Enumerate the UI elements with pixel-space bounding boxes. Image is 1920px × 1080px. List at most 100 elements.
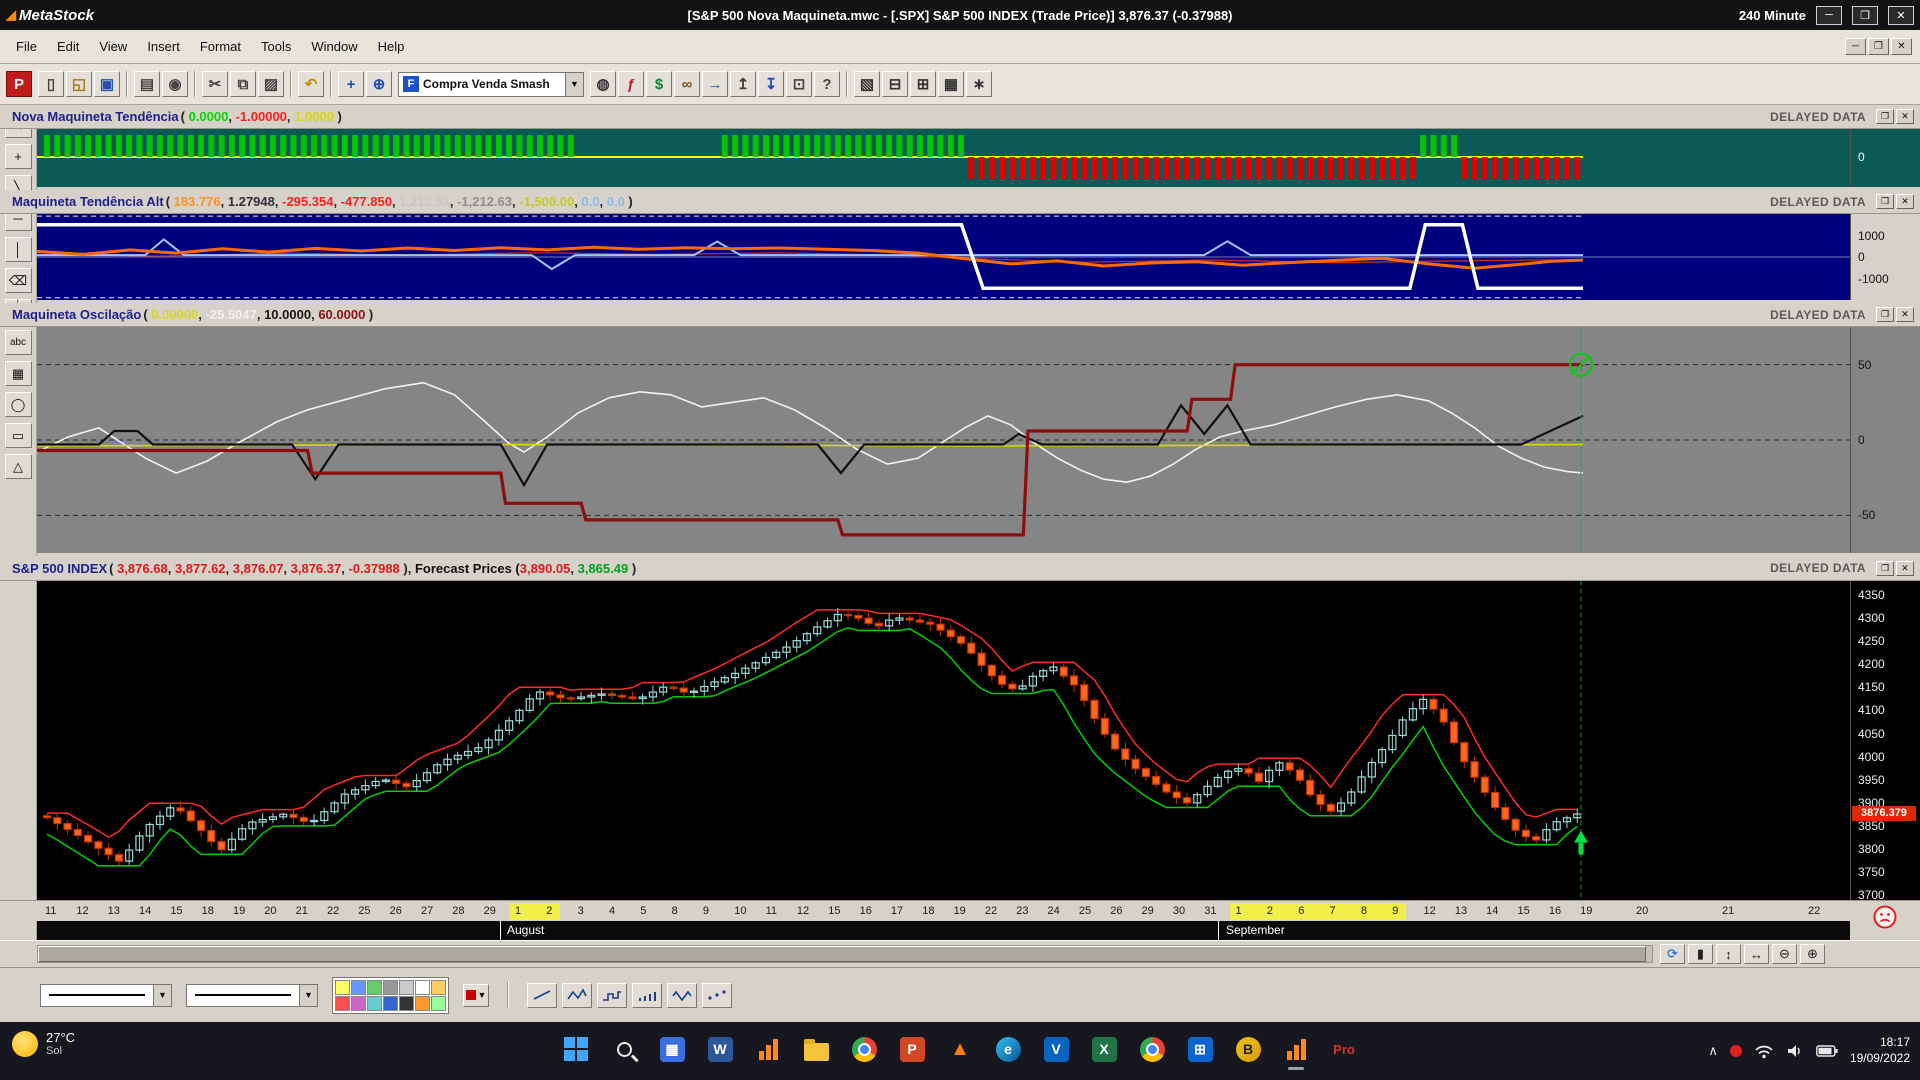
zoom-button[interactable]: ⊕ (366, 71, 392, 97)
chevron-down-icon[interactable]: ▼ (299, 984, 317, 1006)
panel-close-button[interactable]: ✕ (1896, 194, 1914, 209)
palette-color[interactable] (399, 995, 414, 1011)
menu-tools[interactable]: Tools (251, 34, 301, 59)
triangle-tool[interactable]: △ (4, 454, 32, 479)
help-button[interactable]: ? (814, 71, 840, 97)
pro-app[interactable]: Pro (1323, 1026, 1365, 1072)
search-button[interactable] (603, 1026, 645, 1072)
oscilacao-chart[interactable] (37, 327, 1850, 553)
explorer-button[interactable]: ◍ (590, 71, 616, 97)
palette-color[interactable] (367, 995, 382, 1011)
palette-color[interactable] (431, 979, 446, 995)
crosshair-button[interactable]: + (338, 71, 364, 97)
palette-color[interactable] (351, 995, 366, 1011)
chart-zoom-button[interactable]: ⊡ (786, 71, 812, 97)
metastock-app[interactable] (747, 1026, 789, 1072)
menu-window[interactable]: Window (301, 34, 367, 59)
maximize-button[interactable]: ❐ (1852, 5, 1878, 25)
palette-color[interactable] (415, 995, 430, 1011)
chevron-down-icon[interactable]: ▼ (153, 984, 171, 1006)
volume-icon[interactable] (1786, 1043, 1804, 1059)
panel-maximize-button[interactable]: ❐ (1876, 560, 1894, 576)
child-close-button[interactable]: ✕ (1891, 38, 1912, 55)
file-explorer[interactable] (795, 1026, 837, 1072)
pan-button[interactable]: ↔ (1744, 944, 1769, 964)
palette-color[interactable] (431, 995, 446, 1011)
upload-button[interactable]: ↥ (730, 71, 756, 97)
line-weight-dropdown[interactable]: ▼ (186, 983, 318, 1007)
panel-close-button[interactable]: ✕ (1896, 109, 1914, 124)
rectangle-tool[interactable]: ▭ (4, 423, 32, 448)
menu-edit[interactable]: Edit (47, 34, 89, 59)
minimize-button[interactable]: ─ (1816, 5, 1842, 25)
palette-color[interactable] (335, 995, 350, 1011)
symbol-selector-dropdown[interactable]: F Compra Venda Smash ▼ (398, 71, 584, 97)
expert-advisor-alert-icon[interactable] (1872, 904, 1898, 930)
chevron-down-icon[interactable]: ▼ (565, 72, 583, 96)
menu-help[interactable]: Help (368, 34, 415, 59)
tray-expand-icon[interactable]: ∧ (1708, 1043, 1718, 1059)
cascade-windows-button[interactable]: ▧ (854, 71, 880, 97)
tendencia-alt-chart[interactable] (37, 214, 1850, 300)
menu-insert[interactable]: Insert (137, 34, 190, 59)
vertical-scale-button[interactable]: ↕ (1716, 944, 1741, 964)
word-app[interactable]: W (699, 1026, 741, 1072)
chart-style-line-button[interactable] (527, 982, 557, 1008)
chart-style-step-button[interactable] (597, 982, 627, 1008)
chart-style-wave-button[interactable] (667, 982, 697, 1008)
browser-app[interactable] (1131, 1026, 1173, 1072)
metastock-active-app[interactable] (1275, 1026, 1317, 1072)
color-picker-dropdown[interactable]: ▼ (463, 983, 489, 1007)
bee-app[interactable]: B (1227, 1026, 1269, 1072)
text-tool[interactable]: abc (4, 330, 32, 355)
panel-close-button[interactable]: ✕ (1896, 307, 1914, 322)
chart-style-dots-button[interactable] (702, 982, 732, 1008)
splitter-button[interactable]: ▮ (1688, 944, 1713, 964)
download-button[interactable]: ↧ (758, 71, 784, 97)
start-button[interactable] (555, 1026, 597, 1072)
refresh-button[interactable]: ⟳ (1660, 944, 1685, 964)
palette-color[interactable] (367, 979, 382, 995)
layout-button[interactable]: ∗ (966, 71, 992, 97)
oscilacao-scale[interactable]: 50 0 -50 (1850, 327, 1920, 553)
panel-maximize-button[interactable]: ❐ (1876, 194, 1894, 209)
print-preview-button[interactable]: ◉ (162, 71, 188, 97)
palette-color[interactable] (383, 995, 398, 1011)
grid-tool[interactable]: ▦ (4, 361, 32, 386)
code-app[interactable]: V (1035, 1026, 1077, 1072)
recording-icon[interactable] (1729, 1045, 1742, 1057)
sp500-price-scale[interactable]: 4350 4300 4250 4200 4150 4100 4050 4000 3950 3900… (1850, 581, 1920, 902)
child-restore-button[interactable]: ❐ (1868, 38, 1889, 55)
save-button[interactable]: ▣ (94, 71, 120, 97)
dollar-button[interactable]: $ (646, 71, 672, 97)
palette-color[interactable] (335, 979, 350, 995)
zoom-out-button[interactable]: ⊖ (1772, 944, 1797, 964)
palette-color[interactable] (399, 979, 414, 995)
taskbar-clock[interactable]: 18:17 19/09/2022 (1850, 1035, 1910, 1066)
scrollbar-thumb[interactable] (38, 946, 1646, 962)
palette-color[interactable] (415, 979, 430, 995)
panel-close-button[interactable]: ✕ (1896, 560, 1914, 576)
edge-app[interactable]: e (987, 1026, 1029, 1072)
crosshair-tool[interactable]: + (4, 144, 32, 169)
menu-file[interactable]: File (6, 34, 47, 59)
palette-color[interactable] (383, 979, 398, 995)
delete-tool[interactable]: ⌫ (4, 268, 32, 293)
open-button[interactable]: ◱ (66, 71, 92, 97)
wifi-icon[interactable] (1754, 1043, 1774, 1059)
child-minimize-button[interactable]: ─ (1845, 38, 1866, 55)
scan-button[interactable]: ∞ (674, 71, 700, 97)
office-app[interactable]: ⊞ (1179, 1026, 1221, 1072)
tendencia-scale[interactable]: 0 (1850, 129, 1920, 187)
print-button[interactable]: ▤ (134, 71, 160, 97)
power-console-button[interactable]: P (6, 71, 32, 97)
powerpoint-app[interactable]: P (891, 1026, 933, 1072)
sp500-price-chart[interactable] (37, 581, 1850, 900)
panel-maximize-button[interactable]: ❐ (1876, 307, 1894, 322)
widgets-button[interactable]: ▦ (651, 1026, 693, 1072)
tendencia-alt-scale[interactable]: 1000 0 -1000 (1850, 214, 1920, 300)
tile-vertical-button[interactable]: ⊞ (910, 71, 936, 97)
chart-style-zigzag-button[interactable] (562, 982, 592, 1008)
tendencia-chart[interactable] (37, 129, 1850, 187)
chrome-app[interactable] (843, 1026, 885, 1072)
